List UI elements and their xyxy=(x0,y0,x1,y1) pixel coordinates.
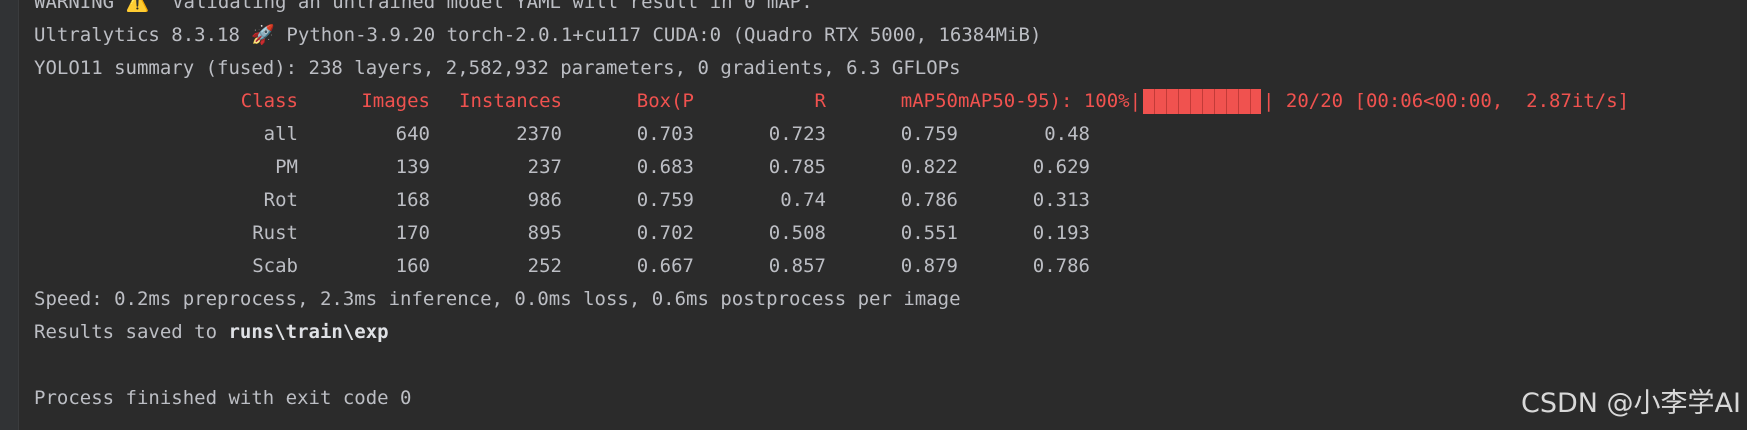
cell-r: 0.723 xyxy=(768,123,826,145)
cell-images: 168 xyxy=(395,189,430,211)
table-row: all 640 2370 0.703 0.723 0.759 0.48 xyxy=(34,118,1747,151)
header-map50: mAP50 xyxy=(900,90,958,112)
exit-line: Process finished with exit code 0 xyxy=(34,387,412,409)
warning-icon: ⚠️ xyxy=(125,0,150,13)
warning-text: Validating an untrained model YAML will … xyxy=(149,0,813,13)
cell-class: PM xyxy=(275,156,298,178)
cell-box-p: 0.683 xyxy=(636,156,694,178)
table-row: Rust 170 895 0.702 0.508 0.551 0.193 xyxy=(34,217,1747,250)
cell-box-p: 0.702 xyxy=(636,222,694,244)
header-map50-95: mAP50-95): 100%| xyxy=(958,90,1142,112)
cell-map50: 0.759 xyxy=(900,123,958,145)
header-class: Class xyxy=(240,90,298,112)
table-row: Rot 168 986 0.759 0.74 0.786 0.313 xyxy=(34,184,1747,217)
cell-map50-95: 0.629 xyxy=(1032,156,1090,178)
cell-class: Scab xyxy=(252,255,298,277)
cell-instances: 252 xyxy=(527,255,562,277)
cell-images: 640 xyxy=(395,123,430,145)
cell-class: Rust xyxy=(252,222,298,244)
cell-r: 0.74 xyxy=(780,189,826,211)
cell-box-p: 0.667 xyxy=(636,255,694,277)
cell-instances: 2370 xyxy=(516,123,562,145)
progress-bar xyxy=(1143,89,1262,114)
progress-tail: | 20/20 [00:06<00:00, 2.87it/s] xyxy=(1263,90,1630,112)
cell-map50: 0.822 xyxy=(900,156,958,178)
cell-class: all xyxy=(263,123,298,145)
run-console-output[interactable]: WARNING ⚠️ Validating an untrained model… xyxy=(34,0,1747,415)
header-images: Images xyxy=(361,90,430,112)
results-line: Results saved to runs\train\exp xyxy=(34,316,1747,349)
cell-instances: 237 xyxy=(527,156,562,178)
env-info-line: Ultralytics 8.3.18 🚀 Python-3.9.20 torch… xyxy=(34,24,1042,46)
cell-images: 139 xyxy=(395,156,430,178)
cell-instances: 986 xyxy=(527,189,562,211)
cell-map50: 0.786 xyxy=(900,189,958,211)
cell-r: 0.508 xyxy=(768,222,826,244)
warning-line: WARNING ⚠️ Validating an untrained model… xyxy=(34,0,1747,19)
results-path-link[interactable]: runs\train\exp xyxy=(228,321,388,343)
cell-map50-95: 0.786 xyxy=(1032,255,1090,277)
warning-prefix: WARNING xyxy=(34,0,126,13)
cell-box-p: 0.759 xyxy=(636,189,694,211)
results-prefix: Results saved to xyxy=(34,321,229,343)
cell-class: Rot xyxy=(263,189,298,211)
metrics-header-row: Class Images Instances Box(P RmAP50mAP50-95)… xyxy=(34,85,1747,118)
cell-map50-95: 0.48 xyxy=(1044,123,1090,145)
cell-map50-95: 0.193 xyxy=(1032,222,1090,244)
header-r: R xyxy=(814,90,826,112)
header-instances: Instances xyxy=(459,90,562,112)
table-row: PM 139 237 0.683 0.785 0.822 0.629 xyxy=(34,151,1747,184)
cell-r: 0.785 xyxy=(768,156,826,178)
cell-images: 170 xyxy=(395,222,430,244)
cell-box-p: 0.703 xyxy=(636,123,694,145)
header-box-p: Box(P xyxy=(636,90,694,112)
table-row: Scab 160 252 0.667 0.857 0.879 0.786 xyxy=(34,250,1747,283)
console-gutter xyxy=(0,0,19,430)
cell-map50: 0.879 xyxy=(900,255,958,277)
watermark: CSDN @小李学AI xyxy=(1521,388,1741,419)
cell-r: 0.857 xyxy=(768,255,826,277)
cell-map50: 0.551 xyxy=(900,222,958,244)
cell-images: 160 xyxy=(395,255,430,277)
speed-line: Speed: 0.2ms preprocess, 2.3ms inference… xyxy=(34,288,961,310)
cell-instances: 895 xyxy=(527,222,562,244)
model-summary-line: YOLO11 summary (fused): 238 layers, 2,58… xyxy=(34,57,961,79)
cell-map50-95: 0.313 xyxy=(1032,189,1090,211)
